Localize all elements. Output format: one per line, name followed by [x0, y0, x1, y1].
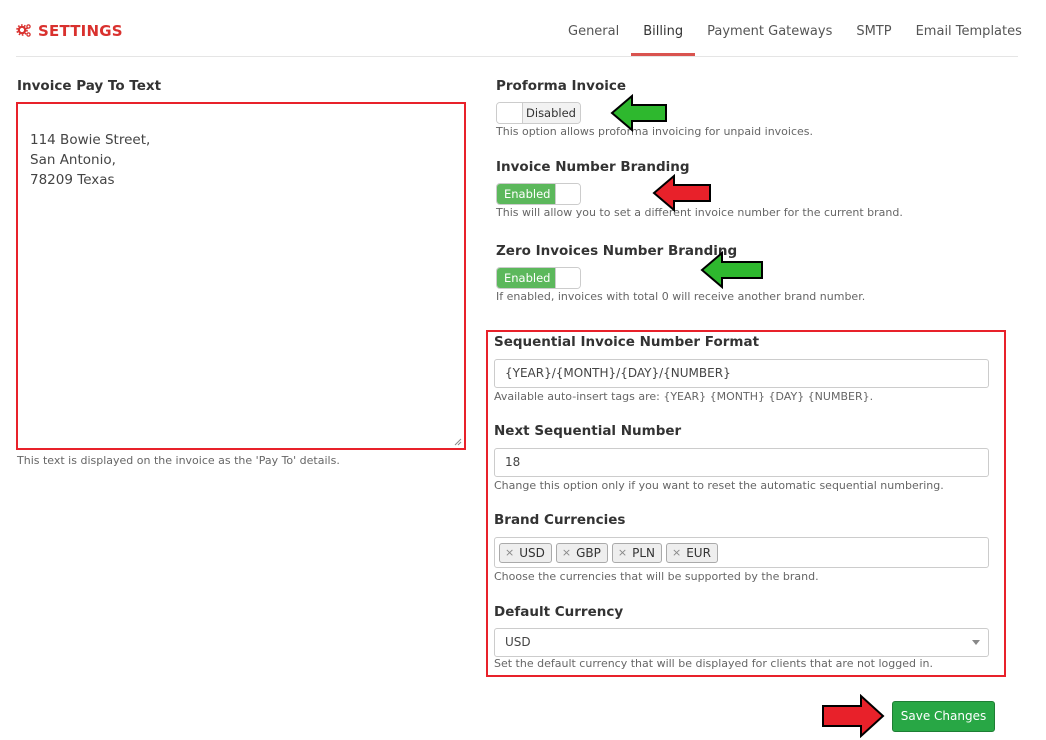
next-number-input[interactable]: 18	[494, 448, 989, 477]
number-branding-toggle-text: Enabled	[497, 184, 555, 204]
sequential-format-label: Sequential Invoice Number Format	[494, 334, 760, 350]
left-arrow-icon	[652, 174, 711, 212]
invoice-pay-to-help: This text is displayed on the invoice as…	[17, 454, 340, 467]
toggle-handle	[497, 103, 523, 123]
currency-tag: × USD	[499, 542, 552, 563]
next-number-help: Change this option only if you want to r…	[494, 479, 944, 492]
number-branding-toggle[interactable]: Enabled	[496, 183, 581, 205]
zero-branding-toggle[interactable]: Enabled	[496, 267, 581, 289]
tab-email-templates[interactable]: Email Templates	[904, 22, 1034, 56]
currency-tag-list: × USD × GBP × PLN × EUR	[495, 538, 988, 567]
currency-tag: × GBP	[555, 542, 608, 563]
tab-smtp[interactable]: SMTP	[844, 22, 903, 56]
sequential-format-input[interactable]: {YEAR}/{MONTH}/{DAY}/{NUMBER}	[494, 359, 989, 388]
default-currency-label: Default Currency	[494, 604, 624, 620]
tab-general[interactable]: General	[556, 22, 631, 56]
toggle-handle	[555, 268, 580, 288]
proforma-toggle-text: Disabled	[522, 103, 580, 123]
currency-tag: × EUR	[665, 542, 718, 563]
brand-currencies-label: Brand Currencies	[494, 512, 626, 528]
cogs-icon	[16, 24, 31, 37]
settings-header: SETTINGS General Billing Payment Gateway…	[0, 0, 1046, 58]
remove-tag-icon[interactable]: ×	[672, 544, 681, 562]
zero-branding-toggle-text: Enabled	[497, 268, 555, 288]
remove-tag-icon[interactable]: ×	[618, 544, 627, 562]
currency-tag-label: GBP	[576, 545, 601, 560]
brand-currencies-input[interactable]: × USD × GBP × PLN × EUR	[494, 537, 989, 568]
remove-tag-icon[interactable]: ×	[562, 544, 571, 562]
remove-tag-icon[interactable]: ×	[505, 544, 514, 562]
invoice-pay-to-value: 114 Bowie Street, San Antonio, 78209 Tex…	[30, 132, 151, 188]
tab-billing[interactable]: Billing	[631, 22, 695, 56]
currency-tag-label: USD	[519, 545, 545, 560]
next-number-label: Next Sequential Number	[494, 423, 682, 439]
default-currency-value: USD	[505, 635, 531, 649]
currency-tag: × PLN	[611, 542, 662, 563]
brand-currencies-help: Choose the currencies that will be suppo…	[494, 570, 819, 583]
save-changes-button[interactable]: Save Changes	[892, 701, 995, 732]
right-arrow-icon	[822, 694, 885, 738]
tab-payment-gateways[interactable]: Payment Gateways	[695, 22, 844, 56]
left-arrow-icon	[610, 94, 667, 132]
number-branding-label: Invoice Number Branding	[496, 159, 690, 175]
sequential-format-help: Available auto-insert tags are: {YEAR} {…	[494, 390, 874, 403]
left-arrow-icon	[700, 251, 763, 289]
currency-tag-label: EUR	[686, 545, 711, 560]
default-currency-select[interactable]: USD	[494, 628, 989, 657]
invoice-pay-to-label: Invoice Pay To Text	[17, 78, 162, 94]
zero-branding-help: If enabled, invoices with total 0 will r…	[496, 290, 866, 303]
resize-handle-icon[interactable]	[454, 438, 462, 446]
default-currency-help: Set the default currency that will be di…	[494, 657, 933, 670]
toggle-handle	[555, 184, 580, 204]
invoice-pay-to-textarea[interactable]: 114 Bowie Street, San Antonio, 78209 Tex…	[16, 102, 466, 450]
page-title-text: SETTINGS	[38, 22, 123, 40]
page-title: SETTINGS	[16, 22, 123, 40]
currency-tag-label: PLN	[632, 545, 655, 560]
proforma-toggle[interactable]: Disabled	[496, 102, 581, 124]
proforma-label: Proforma Invoice	[496, 78, 627, 94]
chevron-down-icon	[972, 640, 980, 645]
header-divider	[16, 56, 1018, 57]
settings-tabs: General Billing Payment Gateways SMTP Em…	[556, 22, 1034, 56]
